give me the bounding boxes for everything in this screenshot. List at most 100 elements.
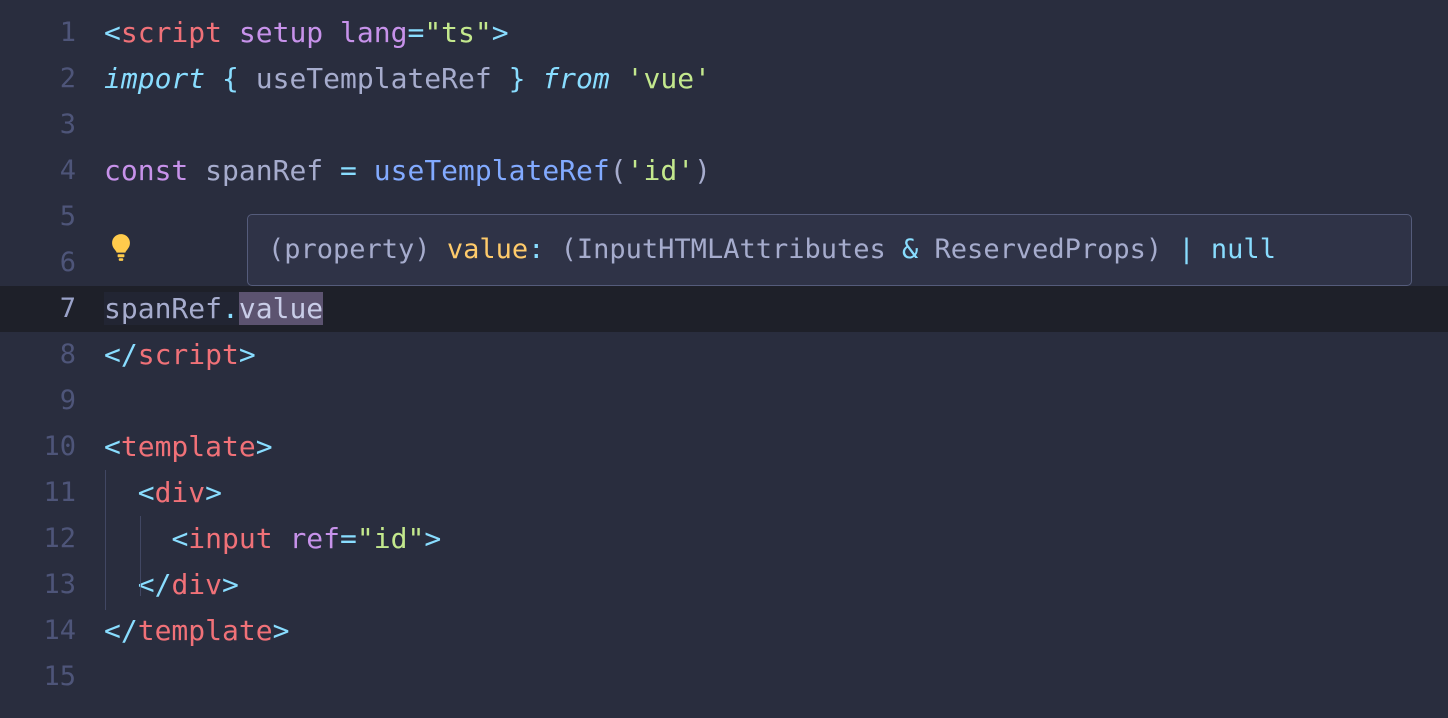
token-module-vue: 'vue' [627, 62, 711, 95]
token-eq-ref: = [340, 522, 357, 555]
line-4-content: const spanRef = useTemplateRef('id') [104, 148, 711, 194]
token-gt-close-template: > [273, 614, 290, 647]
code-line-1[interactable]: 1 <script setup lang="ts"> [0, 10, 1448, 56]
token-string-ts: "ts" [424, 16, 491, 49]
token-gt-template: > [256, 430, 273, 463]
line-number-9: 9 [0, 378, 76, 424]
line-number-8: 8 [0, 332, 76, 378]
token-paren-close: ) [694, 154, 711, 187]
line-1-content: <script setup lang="ts"> [104, 10, 509, 56]
token-dot: . [222, 292, 239, 325]
code-line-12[interactable]: 12 <input ref="id"> [0, 516, 1448, 562]
token-lt-div: < [138, 476, 155, 509]
line-number-5: 5 [0, 194, 76, 240]
line-number-13: 13 [0, 562, 76, 608]
line-number-3: 3 [0, 102, 76, 148]
code-line-7[interactable]: 7 spanRef.value [0, 286, 1448, 332]
line-2-content: import { useTemplateRef } from 'vue' [104, 56, 711, 102]
token-fn-usetemplateref: useTemplateRef [374, 154, 610, 187]
token-property-value-hovered[interactable]: value [239, 292, 323, 325]
token-keyword-import: import [104, 62, 205, 95]
token-indent-11 [104, 476, 138, 509]
code-line-8[interactable]: 8 </script> [0, 332, 1448, 378]
code-line-9[interactable]: 9 [0, 378, 1448, 424]
code-line-11[interactable]: 11 <div> [0, 470, 1448, 516]
tooltip-property-name: value [447, 234, 528, 265]
token-close-tag-div: div [171, 568, 222, 601]
code-line-13[interactable]: 13 </div> [0, 562, 1448, 608]
line-14-content: </template> [104, 608, 289, 654]
line-number-2: 2 [0, 56, 76, 102]
token-string-id: "id" [357, 522, 424, 555]
code-line-15[interactable]: 15 [0, 654, 1448, 700]
tooltip-space-4 [918, 234, 934, 265]
lightbulb-icon[interactable] [104, 228, 138, 268]
code-editor[interactable]: 1 <script setup lang="ts"> 2 import { us… [0, 0, 1448, 718]
code-line-10[interactable]: 10 <template> [0, 424, 1448, 470]
token-keyword-from: from [542, 62, 609, 95]
token-close-gt: > [239, 338, 256, 371]
tooltip-space-1 [431, 234, 447, 265]
tooltip-colon: : [528, 234, 544, 265]
indent-guide-level-2 [140, 516, 141, 596]
token-space [222, 16, 239, 49]
token-lt-template: < [104, 430, 121, 463]
token-ident-spanref: spanRef [205, 154, 323, 187]
code-line-2[interactable]: 2 import { useTemplateRef } from 'vue' [0, 56, 1448, 102]
line-7-content: spanRef.value [104, 286, 323, 332]
line-8-content: </script> [104, 332, 256, 378]
tooltip-null-type: null [1211, 234, 1276, 265]
line-number-1: 1 [0, 10, 76, 56]
token-equals: = [407, 16, 424, 49]
line-number-4: 4 [0, 148, 76, 194]
token-close-lt-slash: </ [104, 338, 138, 371]
token-gt-div: > [205, 476, 222, 509]
token-attr-setup: setup [239, 16, 323, 49]
token-brace-open: { [205, 62, 256, 95]
tooltip-space-5 [1162, 234, 1178, 265]
token-tag-template: template [121, 430, 256, 463]
token-tag-div: div [155, 476, 206, 509]
indent-guide-level-1 [105, 470, 106, 610]
line-12-content: <input ref="id"> [104, 516, 441, 562]
token-close-tag-template: template [138, 614, 273, 647]
token-tag-script: script [121, 16, 222, 49]
token-space-3 [610, 62, 627, 95]
tooltip-space-6 [1195, 234, 1211, 265]
tooltip-pipe-operator: | [1178, 234, 1194, 265]
hover-type-tooltip: (property) value: (InputHTMLAttributes &… [247, 214, 1412, 286]
code-line-14[interactable]: 14 </template> [0, 608, 1448, 654]
tooltip-type-part-1: (InputHTMLAttributes [561, 234, 886, 265]
token-space-7 [273, 522, 290, 555]
line-10-content: <template> [104, 424, 273, 470]
token-space-5 [323, 154, 340, 187]
line-number-7: 7 [0, 286, 76, 332]
tooltip-kind-label: (property) [268, 234, 431, 265]
token-tag-input: input [188, 522, 272, 555]
tooltip-signature: (property) value: (InputHTMLAttributes &… [248, 233, 1276, 267]
token-lt-input: < [171, 522, 188, 555]
line-number-6: 6 [0, 240, 76, 286]
token-lt: < [104, 16, 121, 49]
tooltip-ampersand-operator: & [902, 234, 918, 265]
scrolled-line-fragment [0, 0, 1448, 6]
tooltip-type-part-2: ReservedProps) [935, 234, 1163, 265]
line-number-10: 10 [0, 424, 76, 470]
code-line-4[interactable]: 4 const spanRef = useTemplateRef('id') [0, 148, 1448, 194]
token-lt-slash-template: </ [104, 614, 138, 647]
code-line-3[interactable]: 3 [0, 102, 1448, 148]
line-number-12: 12 [0, 516, 76, 562]
token-object-spanref[interactable]: spanRef [104, 292, 222, 325]
code-lines-container[interactable]: 1 <script setup lang="ts"> 2 import { us… [0, 10, 1448, 700]
token-arg-id: 'id' [627, 154, 694, 187]
line-number-14: 14 [0, 608, 76, 654]
token-gt: > [492, 16, 509, 49]
token-space-2 [323, 16, 340, 49]
token-lt-slash-div: </ [138, 568, 172, 601]
token-space-6 [357, 154, 374, 187]
token-keyword-const: const [104, 154, 188, 187]
token-indent-12 [104, 522, 171, 555]
line-number-15: 15 [0, 654, 76, 700]
line-11-content: <div> [104, 470, 222, 516]
tooltip-space-3 [886, 234, 902, 265]
